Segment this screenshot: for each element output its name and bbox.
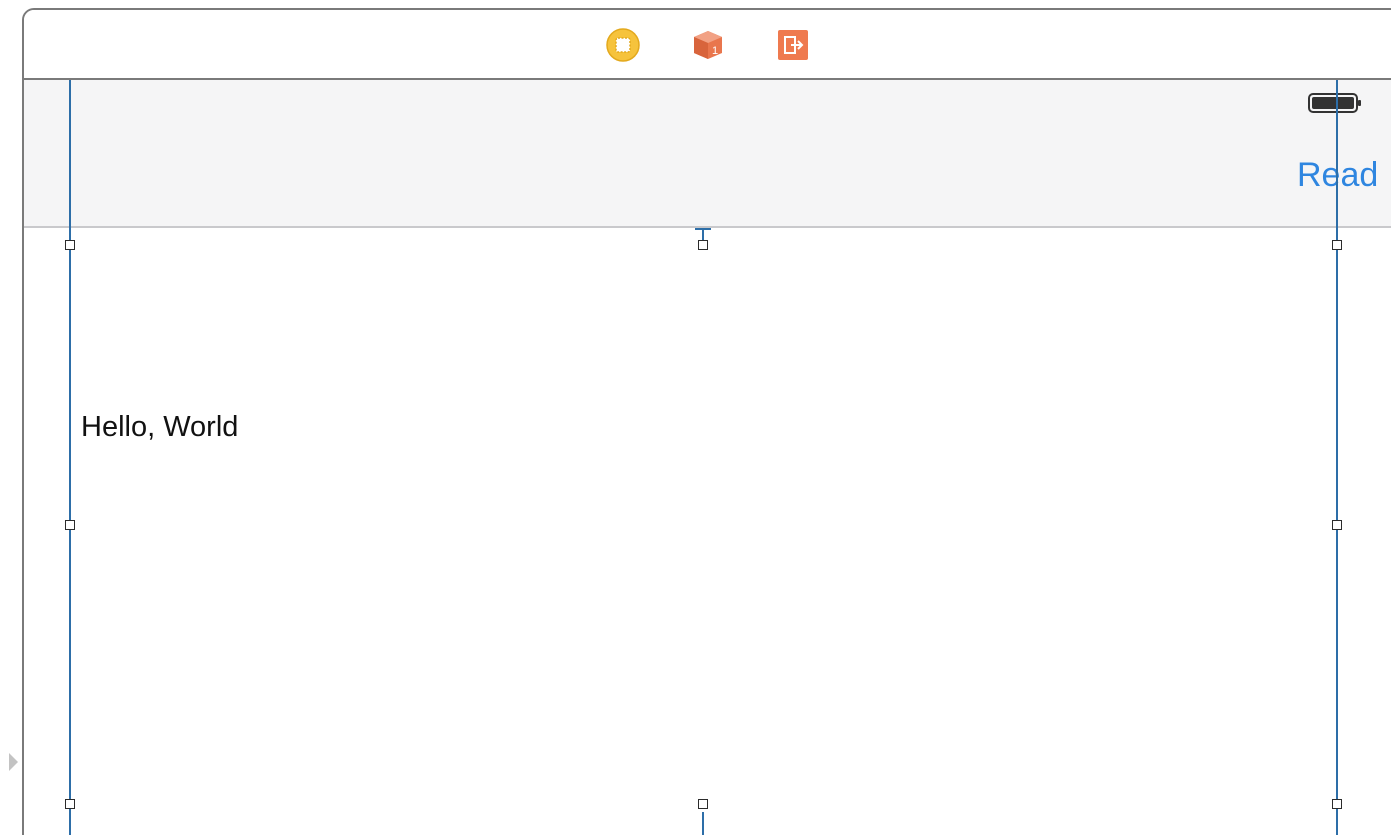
trailing-constraint-guide	[1336, 80, 1338, 835]
resize-handle-bottom-right[interactable]	[1332, 799, 1342, 809]
first-responder-icon[interactable]: 1	[691, 28, 725, 62]
navigation-bar: Read	[24, 80, 1391, 228]
leading-constraint-guide	[69, 80, 71, 835]
svg-text:1: 1	[712, 45, 718, 57]
resize-handle-top-left[interactable]	[65, 240, 75, 250]
resize-handle-top-center[interactable]	[698, 240, 708, 250]
top-layout-guide	[702, 228, 704, 240]
hello-world-label[interactable]: Hello, World	[81, 411, 238, 444]
storyboard-canvas: 1 Read Hello, Wo	[0, 0, 1391, 835]
scene-dock: 1	[24, 10, 1391, 80]
resize-handle-bottom-left[interactable]	[65, 799, 75, 809]
resize-handle-bottom-center[interactable]	[698, 799, 708, 809]
view-controller-icon[interactable]	[606, 28, 640, 62]
resize-handle-middle-left[interactable]	[65, 520, 75, 530]
bottom-layout-guide	[702, 812, 704, 835]
scene-frame[interactable]: 1 Read Hello, Wo	[22, 8, 1391, 835]
disclosure-triangle-icon[interactable]	[9, 753, 18, 771]
resize-handle-top-right[interactable]	[1332, 240, 1342, 250]
resize-handle-middle-right[interactable]	[1332, 520, 1342, 530]
exit-icon[interactable]	[776, 28, 810, 62]
